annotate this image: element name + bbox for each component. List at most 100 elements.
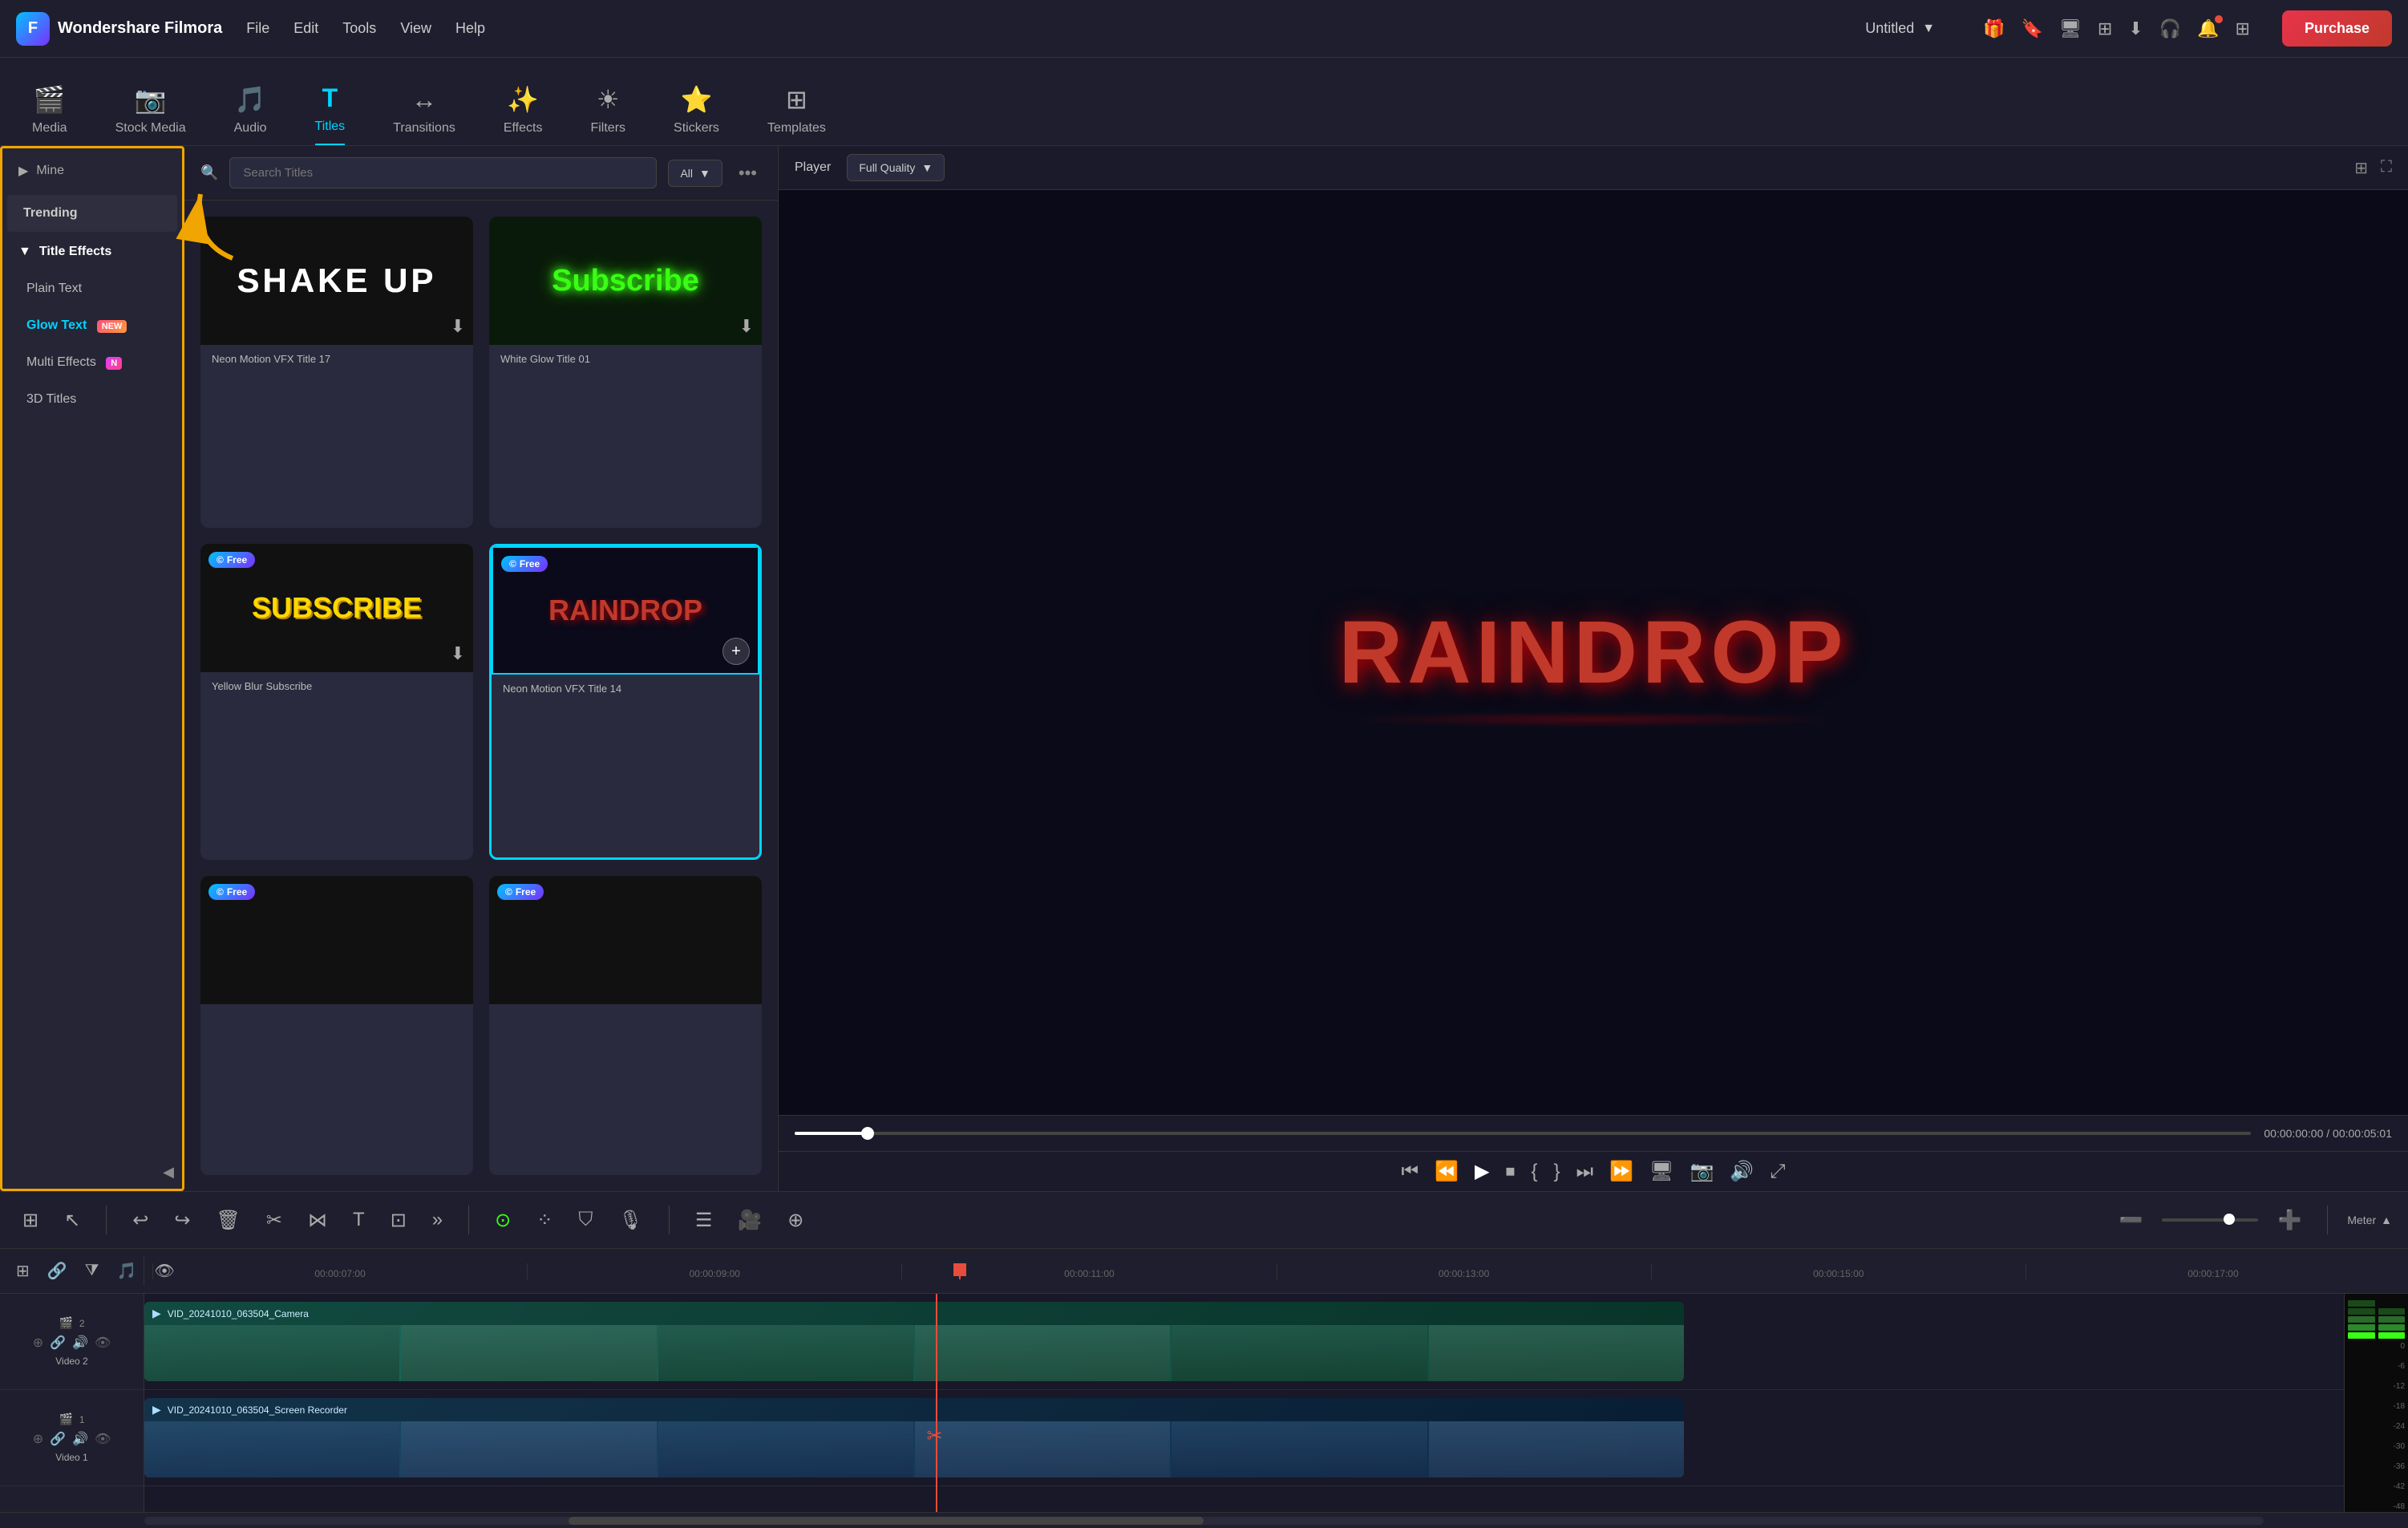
purchase-button[interactable]: Purchase: [2282, 10, 2392, 47]
search-more-button[interactable]: •••: [734, 158, 762, 188]
zoom-thumb[interactable]: [2224, 1214, 2235, 1225]
menu-tools[interactable]: Tools: [342, 20, 376, 37]
title-card-2-download[interactable]: ⬇: [739, 316, 754, 337]
sidebar-item-plain-text[interactable]: Plain Text: [2, 270, 182, 307]
volume-button[interactable]: 🔊: [1730, 1160, 1754, 1183]
title-card-5[interactable]: © Free: [200, 876, 473, 1175]
toolbar-effects[interactable]: ✨ Effects: [504, 84, 543, 145]
grid-icon[interactable]: ⊞: [2236, 18, 2250, 39]
timeline-scrollbar[interactable]: [0, 1512, 2408, 1528]
green-screen-tool[interactable]: ⊙: [488, 1202, 517, 1238]
toolbar-templates[interactable]: ⊞ Templates: [767, 84, 826, 145]
scroll-thumb[interactable]: [569, 1517, 1204, 1525]
snapshot-button[interactable]: 📷: [1690, 1160, 1714, 1183]
next-frame-button[interactable]: ⏩: [1609, 1160, 1633, 1183]
title-card-3[interactable]: © Free SUBSCRIBE ⬇ Yellow Blur Subscribe: [200, 544, 473, 860]
sidebar-collapse-button[interactable]: ◀: [2, 1156, 182, 1189]
menu-view[interactable]: View: [400, 20, 431, 37]
title-card-4-add[interactable]: +: [722, 638, 750, 665]
track1-eye-btn[interactable]: 👁: [95, 1431, 111, 1447]
to-start-button[interactable]: ⏭: [1576, 1161, 1594, 1183]
notification-icon[interactable]: 🔔: [2197, 18, 2219, 39]
sidebar-mine[interactable]: ▶ Mine: [2, 148, 182, 193]
menu-help[interactable]: Help: [455, 20, 485, 37]
more-tools[interactable]: »: [426, 1202, 449, 1238]
pointer-tool[interactable]: ↖: [58, 1202, 87, 1238]
track1-add-btn[interactable]: ⊕: [33, 1431, 43, 1447]
track2-volume-btn[interactable]: 🔊: [72, 1335, 88, 1351]
delete-tool[interactable]: 🗑: [209, 1202, 246, 1238]
stop-button[interactable]: ⏹: [1505, 1161, 1515, 1183]
toolbar-transitions[interactable]: ↔ Transitions: [393, 85, 455, 145]
track2-add-btn[interactable]: ⊕: [33, 1335, 43, 1351]
track1-unlink-btn[interactable]: 🔗: [50, 1431, 66, 1447]
play-button[interactable]: ▶: [1475, 1160, 1489, 1183]
sidebar-item-3d-titles[interactable]: 3D Titles: [2, 381, 182, 418]
toolbar-audio[interactable]: 🎵 Audio: [234, 84, 267, 145]
tl-add-video-btn[interactable]: ⊞: [11, 1256, 34, 1286]
cut-tool[interactable]: ✂: [260, 1202, 289, 1238]
fullscreen-button[interactable]: ⤢: [1770, 1161, 1785, 1183]
mask-tool[interactable]: ⛉: [572, 1202, 599, 1238]
headphone-icon[interactable]: 🎧: [2159, 18, 2181, 39]
title-card-3-download[interactable]: ⬇: [451, 643, 465, 664]
toolbar-stock-media[interactable]: 📷 Stock Media: [115, 84, 186, 145]
title-card-1-download[interactable]: ⬇: [451, 316, 465, 337]
grid-view-icon[interactable]: ⊞: [2354, 158, 2368, 178]
multi-select-tool[interactable]: ⊞: [16, 1202, 45, 1238]
add-track-tool[interactable]: ⊕: [781, 1202, 810, 1238]
skip-back-button[interactable]: ⏮: [1402, 1161, 1419, 1183]
undo-tool[interactable]: ↩: [126, 1202, 155, 1238]
track1-volume-btn[interactable]: 🔊: [72, 1431, 88, 1447]
crop-tool[interactable]: ⊡: [384, 1202, 413, 1238]
track2-eye-btn[interactable]: 👁: [95, 1335, 111, 1351]
title-card-6[interactable]: © Free: [489, 876, 762, 1175]
toolbar-filters[interactable]: ☀ Filters: [590, 84, 625, 145]
playhead[interactable]: [959, 1263, 961, 1279]
particle-tool[interactable]: ⁘: [530, 1202, 559, 1238]
mark-in-button[interactable]: {: [1531, 1161, 1537, 1183]
screen-icon[interactable]: 🖥: [2059, 18, 2082, 39]
gift-icon[interactable]: 🎁: [1983, 18, 2005, 39]
download-icon[interactable]: ⬇: [2128, 18, 2143, 39]
sidebar-item-glow-text[interactable]: Glow Text NEW: [2, 307, 182, 344]
video-clip-2[interactable]: ▶ VID_20241010_063504_Camera: [144, 1302, 1684, 1381]
scroll-track[interactable]: [144, 1517, 2264, 1525]
player-quality-dropdown[interactable]: Full Quality ▼: [847, 154, 945, 181]
text-tool[interactable]: T: [346, 1202, 371, 1238]
toolbar-media[interactable]: 🎬 Media: [32, 84, 67, 145]
tl-audio-btn[interactable]: 🎵: [112, 1256, 142, 1286]
sidebar-title-effects-section[interactable]: ▼ Title Effects: [2, 233, 182, 270]
track-manager-tool[interactable]: ☰: [689, 1202, 719, 1238]
layout-icon[interactable]: ⊞: [2098, 18, 2112, 39]
zoom-slider[interactable]: [2162, 1218, 2258, 1222]
mark-out-button[interactable]: }: [1554, 1161, 1560, 1183]
title-card-4[interactable]: © Free RAINDROP + Neon Motion VFX Title …: [489, 544, 762, 860]
step-back-button[interactable]: ⏪: [1435, 1160, 1459, 1183]
camera-tool[interactable]: 🎥: [731, 1202, 768, 1238]
mic-tool[interactable]: 🎙: [612, 1202, 649, 1238]
title-card-2[interactable]: Subscribe ⬇ White Glow Title 01: [489, 217, 762, 528]
render-button[interactable]: 🖥: [1649, 1160, 1673, 1183]
zoom-out-tool[interactable]: ➖: [2113, 1202, 2150, 1238]
toolbar-stickers[interactable]: ⭐ Stickers: [674, 84, 719, 145]
meter-chevron-icon[interactable]: ▲: [2381, 1214, 2392, 1226]
search-filter-dropdown[interactable]: All ▼: [668, 160, 722, 187]
redo-tool[interactable]: ↪: [168, 1202, 196, 1238]
expand-icon[interactable]: ⛶: [2381, 158, 2392, 178]
tl-link-btn[interactable]: 🔗: [42, 1256, 72, 1286]
search-input[interactable]: [229, 157, 657, 188]
player-progress-thumb[interactable]: [861, 1127, 874, 1140]
track2-unlink-btn[interactable]: 🔗: [50, 1335, 66, 1351]
menu-edit[interactable]: Edit: [293, 20, 318, 37]
menu-file[interactable]: File: [246, 20, 269, 37]
tl-split-btn[interactable]: ⧩: [80, 1257, 104, 1285]
toolbar-titles[interactable]: T Titles: [315, 83, 346, 145]
bookmark-icon[interactable]: 🔖: [2021, 18, 2042, 39]
zoom-in-tool[interactable]: ➕: [2271, 1202, 2308, 1238]
split-audio-tool[interactable]: ⋈: [302, 1202, 334, 1238]
player-progress-slider[interactable]: [795, 1132, 2251, 1135]
project-dropdown-icon[interactable]: ▼: [1922, 22, 1935, 36]
video-clip-1[interactable]: ▶ VID_20241010_063504_Screen Recorder: [144, 1398, 1684, 1477]
sidebar-item-multi-effects[interactable]: Multi Effects N: [2, 344, 182, 381]
